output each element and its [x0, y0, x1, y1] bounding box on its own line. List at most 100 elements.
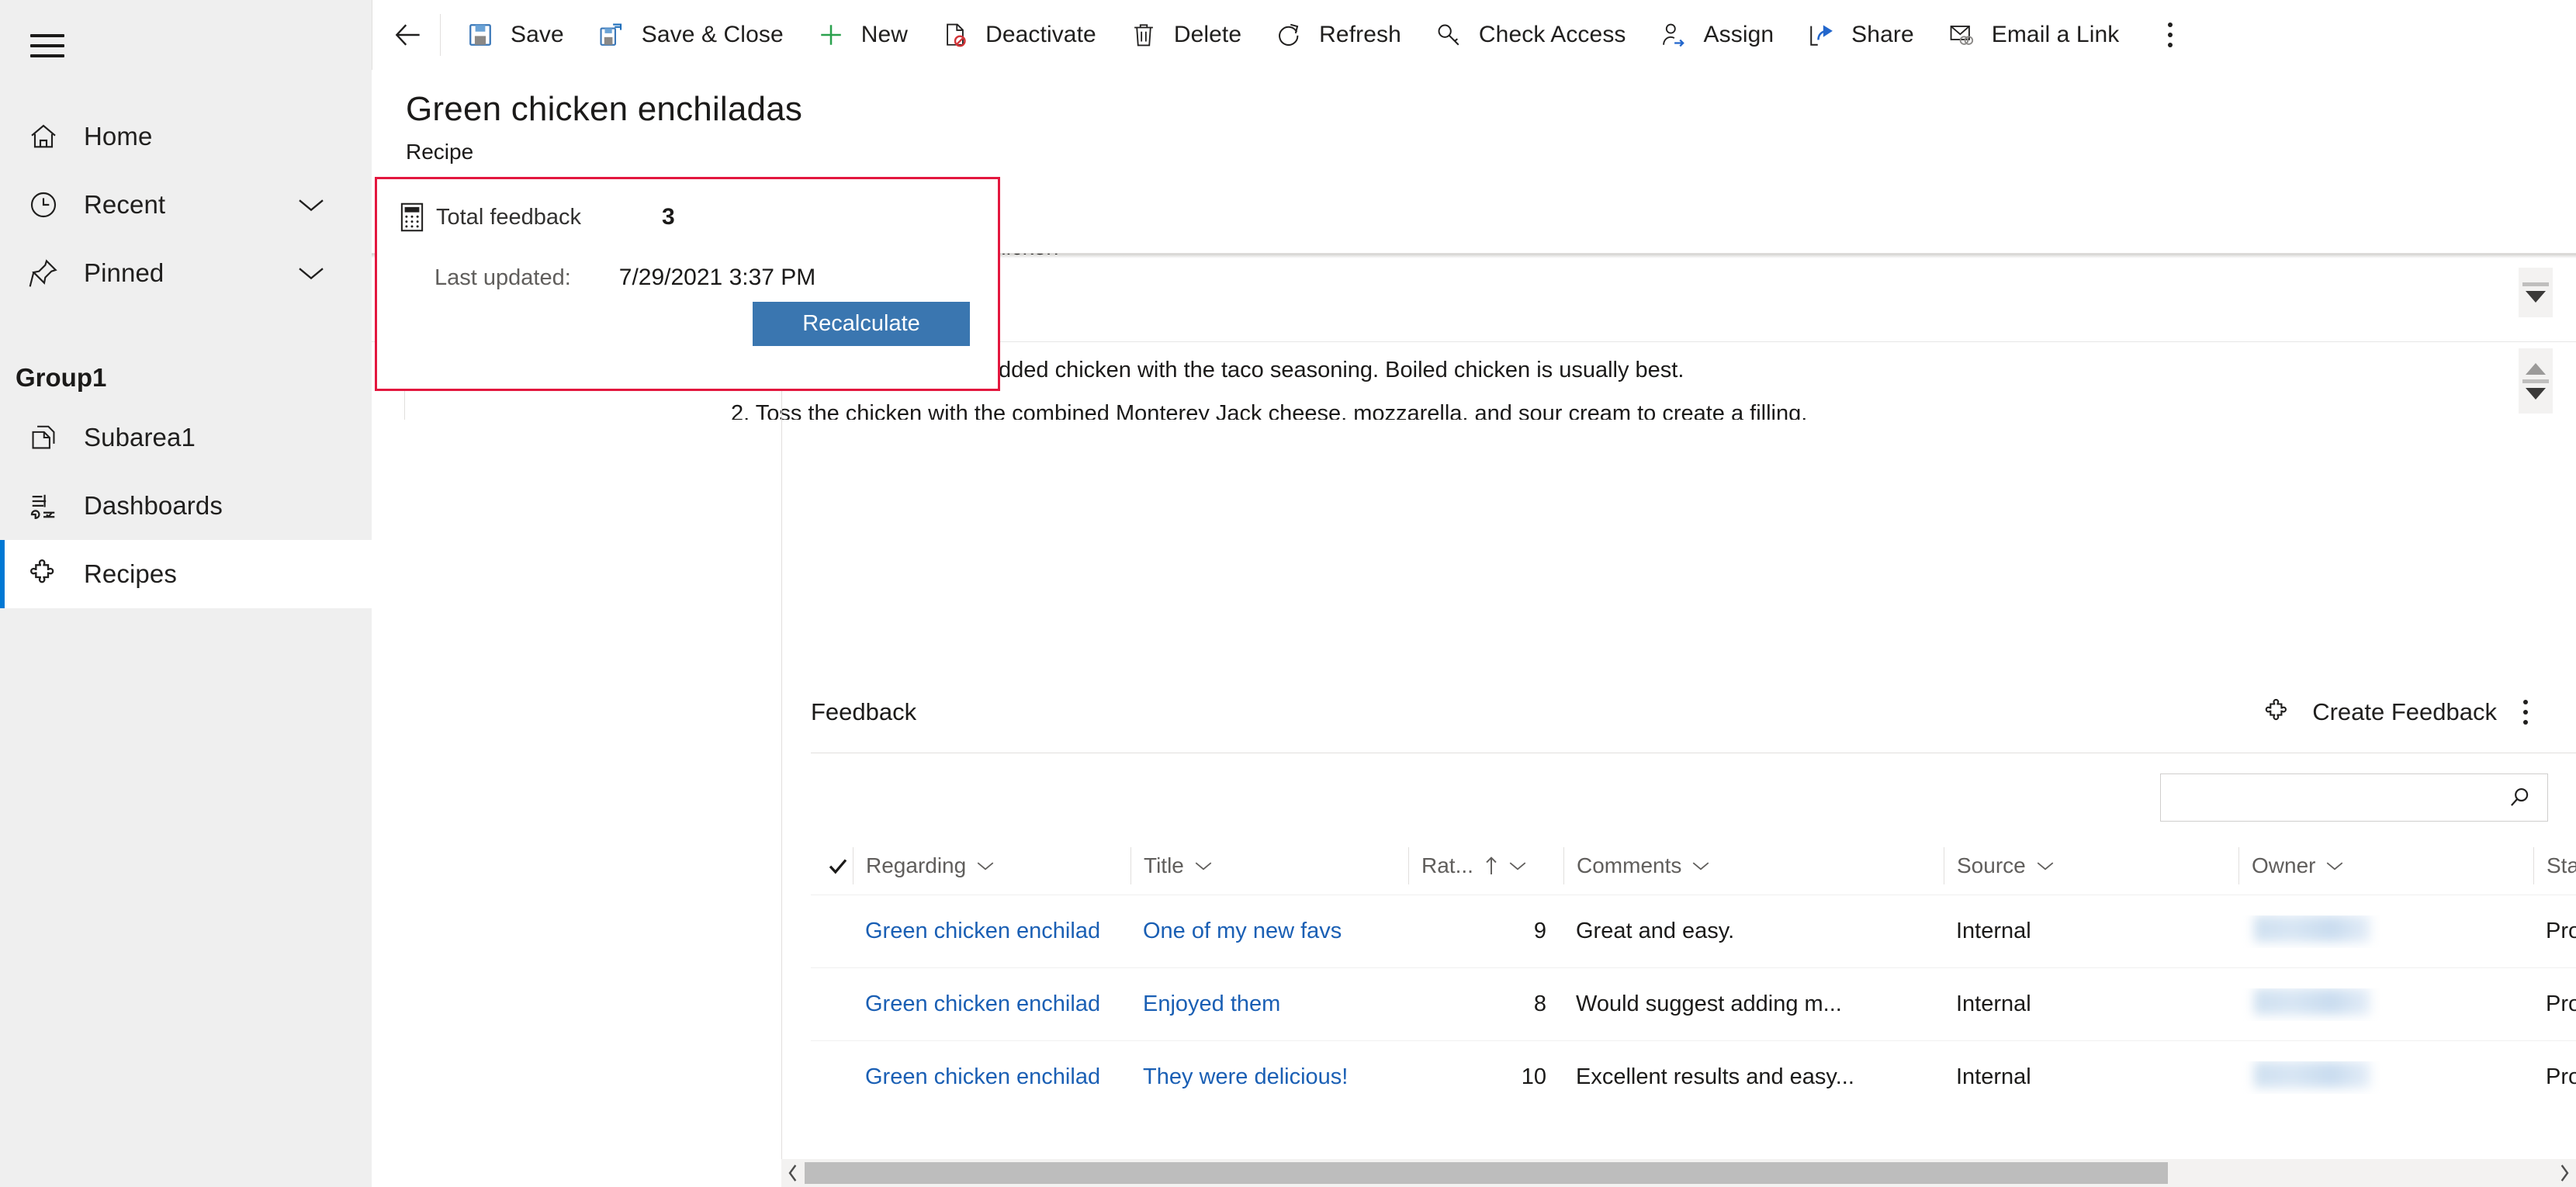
- assign-button[interactable]: Assign: [1642, 6, 1790, 64]
- sidebar-item-recent[interactable]: Recent: [0, 171, 372, 239]
- share-button[interactable]: Share: [1789, 6, 1930, 64]
- plus-icon: [815, 21, 847, 49]
- command-bar-overflow-button[interactable]: [2144, 6, 2197, 64]
- sidebar-item-subarea1[interactable]: Subarea1: [0, 403, 372, 472]
- command-bar: Save Save & Close New Deactivate Delete …: [372, 0, 2576, 70]
- sidebar-item-dashboards[interactable]: Dashboards: [0, 472, 372, 540]
- calculator-icon: [400, 202, 424, 232]
- redacted-owner-name: [2254, 1061, 2370, 1088]
- select-all-checkbox[interactable]: [811, 847, 853, 884]
- cell-title[interactable]: They were delicious!: [1130, 1064, 1408, 1090]
- sidebar-item-recipes[interactable]: Recipes: [0, 540, 372, 608]
- email-a-link-button[interactable]: Email a Link: [1930, 6, 2135, 64]
- app-root: Home Recent Pinned Group1 Subarea1 Dashb…: [0, 0, 2576, 1187]
- chevron-down-icon: [1193, 853, 1214, 878]
- dashboard-icon: [23, 491, 64, 521]
- deactivate-button-label: Deactivate: [985, 21, 1096, 47]
- cell-status-reason: Proposed: [2546, 1064, 2576, 1089]
- puzzle-icon: [2259, 698, 2295, 726]
- page-title: Green chicken enchiladas: [406, 90, 803, 128]
- sidebar-item-label: Recent: [84, 190, 166, 219]
- save-and-close-button[interactable]: Save & Close: [580, 6, 799, 64]
- sidebar-item-home[interactable]: Home: [0, 102, 372, 171]
- sidebar: Home Recent Pinned Group1 Subarea1 Dashb…: [0, 0, 372, 1187]
- scrollbar-thumb[interactable]: [805, 1162, 2169, 1184]
- refresh-button[interactable]: Refresh: [1257, 6, 1417, 64]
- column-header-rating[interactable]: Rat...: [1408, 847, 1563, 884]
- trash-icon: [1127, 22, 1160, 48]
- table-row[interactable]: Green chicken enchilad One of my new fav…: [811, 895, 2576, 967]
- more-vertical-icon: [2168, 22, 2173, 47]
- spin-divider: [2522, 282, 2549, 286]
- check-access-button-label: Check Access: [1478, 21, 1626, 47]
- column-header-title[interactable]: Title: [1130, 847, 1408, 884]
- cell-comments: Great and easy.: [1576, 919, 1735, 943]
- ingredients-value[interactable]: 4 cups cooked shredded chicken 2 tbsp ta…: [731, 254, 2576, 313]
- column-header-owner[interactable]: Owner: [2238, 847, 2533, 884]
- site-map-toggle-button[interactable]: [12, 11, 82, 81]
- search-input[interactable]: [2175, 785, 2505, 810]
- column-header-source[interactable]: Source: [1944, 847, 2238, 884]
- sidebar-item-pinned[interactable]: Pinned: [0, 239, 372, 307]
- ingredients-line: 4 cups cooked shredded chicken: [731, 254, 2576, 269]
- sidebar-item-label: Dashboards: [84, 491, 223, 520]
- cell-source: Internal: [1956, 919, 2031, 943]
- redacted-owner-name: [2254, 988, 2370, 1015]
- cell-regarding[interactable]: Green chicken enchilad: [853, 919, 1130, 944]
- cell-owner[interactable]: [2238, 915, 2533, 948]
- grid-header-row: Regarding Title Rat... Comments Source O…: [811, 837, 2576, 895]
- table-row[interactable]: Green chicken enchilad They were delicio…: [811, 1040, 2576, 1113]
- hamburger-line: [30, 34, 64, 37]
- save-button[interactable]: Save: [448, 6, 580, 64]
- save-icon: [464, 22, 497, 48]
- column-header-label: Comments: [1577, 853, 1682, 877]
- recalculate-button[interactable]: Recalculate: [753, 302, 970, 346]
- create-feedback-button[interactable]: Create Feedback: [2259, 698, 2497, 726]
- chevron-down-icon[interactable]: [2526, 387, 2546, 400]
- chevron-down-icon[interactable]: [296, 263, 327, 283]
- grid-horizontal-scrollbar[interactable]: [781, 1159, 2576, 1187]
- chevron-down-icon: [2325, 853, 2345, 878]
- instructions-scroll-control[interactable]: [2519, 348, 2553, 414]
- cell-source: Internal: [1956, 1064, 2031, 1089]
- email-a-link-button-label: Email a Link: [1991, 21, 2120, 47]
- cell-owner[interactable]: [2238, 988, 2533, 1021]
- chevron-left-icon[interactable]: [781, 1164, 805, 1182]
- back-button[interactable]: [379, 6, 437, 64]
- chevron-down-icon[interactable]: [2526, 291, 2546, 303]
- cell-title[interactable]: Enjoyed them: [1130, 991, 1408, 1017]
- deactivate-button[interactable]: Deactivate: [923, 6, 1112, 64]
- cell-owner[interactable]: [2238, 1061, 2533, 1094]
- ingredients-scroll-control[interactable]: [2519, 268, 2553, 317]
- delete-button[interactable]: Delete: [1112, 6, 1257, 64]
- refresh-button-label: Refresh: [1319, 21, 1401, 47]
- column-header-status-reason[interactable]: Status Reason: [2533, 847, 2576, 884]
- sort-ascending-icon: [1483, 856, 1500, 876]
- column-header-label: Regarding: [866, 853, 967, 877]
- sidebar-primary-nav: Home Recent Pinned: [0, 102, 372, 307]
- create-feedback-label: Create Feedback: [2312, 698, 2497, 725]
- recalculate-row: Recalculate: [377, 291, 998, 346]
- spin-divider: [2522, 379, 2549, 383]
- person-assign-icon: [1657, 22, 1690, 48]
- column-header-comments[interactable]: Comments: [1563, 847, 1944, 884]
- table-row[interactable]: Green chicken enchilad Enjoyed them 8 Wo…: [811, 967, 2576, 1040]
- instructions-value[interactable]: 1. Season the cooked shredded chicken wi…: [731, 348, 2576, 420]
- chevron-down-icon[interactable]: [296, 195, 327, 215]
- total-feedback-card: Total feedback 3 Last updated: 7/29/2021…: [375, 177, 1000, 391]
- search-box[interactable]: [2160, 773, 2548, 822]
- cell-regarding[interactable]: Green chicken enchilad: [853, 991, 1130, 1017]
- puzzle-icon: [23, 559, 64, 590]
- search-icon[interactable]: [2505, 785, 2533, 810]
- sidebar-item-label: Subarea1: [84, 423, 196, 452]
- feedback-overflow-button[interactable]: [2497, 700, 2554, 725]
- chevron-right-icon[interactable]: [2553, 1164, 2576, 1182]
- new-button[interactable]: New: [799, 6, 923, 64]
- column-header-regarding[interactable]: Regarding: [853, 847, 1130, 884]
- cell-status-reason: Proposed: [2546, 991, 2576, 1016]
- check-access-button[interactable]: Check Access: [1417, 6, 1642, 64]
- scrollbar-track[interactable]: [805, 1162, 2553, 1184]
- chevron-up-icon[interactable]: [2526, 362, 2546, 375]
- cell-title[interactable]: One of my new favs: [1130, 919, 1408, 944]
- cell-regarding[interactable]: Green chicken enchilad: [853, 1064, 1130, 1090]
